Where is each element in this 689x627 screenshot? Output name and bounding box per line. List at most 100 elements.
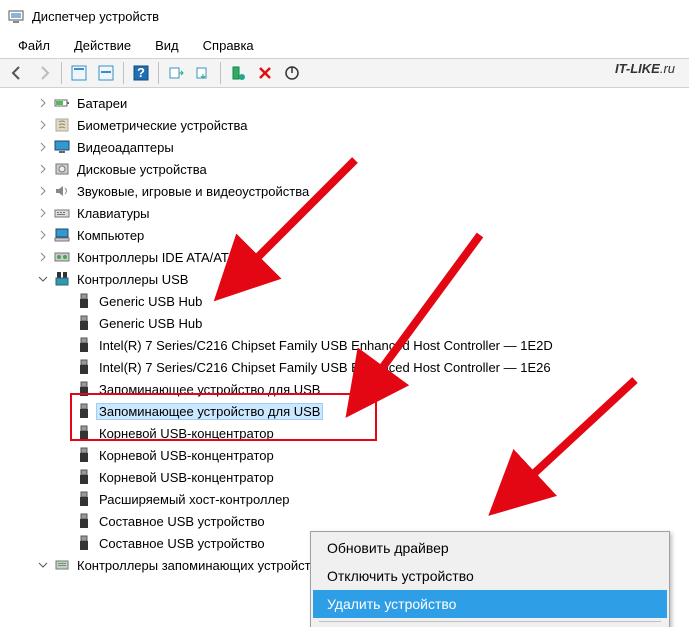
expand-toggle[interactable] <box>36 206 50 220</box>
ctx-disable-device[interactable]: Отключить устройство <box>313 562 667 590</box>
expand-toggle[interactable] <box>36 228 50 242</box>
ctx-update-driver[interactable]: Обновить драйвер <box>313 534 667 562</box>
ctx-separator <box>319 621 661 622</box>
tree-item-category[interactable]: Компьютер <box>8 224 689 246</box>
tree-item-label: Корневой USB-концентратор <box>96 469 277 486</box>
expand-toggle[interactable] <box>36 162 50 176</box>
usb-icon <box>76 491 92 507</box>
tree-item-category[interactable]: Дисковые устройства <box>8 158 689 180</box>
tree-item-device[interactable]: Запоминающее устройство для USB <box>8 400 689 422</box>
expand-toggle[interactable] <box>36 272 50 286</box>
expand-toggle[interactable] <box>58 536 72 550</box>
usb-icon <box>76 513 92 529</box>
tree-item-label: Составное USB устройство <box>96 513 268 530</box>
tree-item-label: Generic USB Hub <box>96 315 205 332</box>
expand-toggle[interactable] <box>58 382 72 396</box>
expand-toggle[interactable] <box>58 294 72 308</box>
tree-item-category[interactable]: Биометрические устройства <box>8 114 689 136</box>
tree-item-label: Расширяемый хост-контроллер <box>96 491 293 508</box>
usb-ctrl-icon <box>54 271 70 287</box>
tree-item-label: Компьютер <box>74 227 147 244</box>
usb-icon <box>76 337 92 353</box>
disable-button[interactable] <box>279 60 305 86</box>
device-tree[interactable]: Батареи Биометрические устройства Видеоада… <box>8 92 689 576</box>
toolbar-separator <box>61 62 62 84</box>
expand-toggle[interactable] <box>58 404 72 418</box>
tree-item-category[interactable]: Звуковые, игровые и видеоустройства <box>8 180 689 202</box>
tree-item-label: Биометрические устройства <box>74 117 250 134</box>
options-button[interactable] <box>93 60 119 86</box>
tree-item-device[interactable]: Расширяемый хост-контроллер <box>8 488 689 510</box>
monitor-icon <box>54 139 70 155</box>
storage-icon <box>54 557 70 573</box>
expand-toggle[interactable] <box>36 96 50 110</box>
enable-button[interactable] <box>225 60 251 86</box>
tree-item-device[interactable]: Intel(R) 7 Series/C216 Chipset Family US… <box>8 334 689 356</box>
tree-item-category[interactable]: Клавиатуры <box>8 202 689 224</box>
menu-action[interactable]: Действие <box>64 36 141 55</box>
tree-item-category[interactable]: Батареи <box>8 92 689 114</box>
expand-toggle[interactable] <box>36 558 50 572</box>
keyboard-icon <box>54 205 70 221</box>
help-button[interactable]: ? <box>128 60 154 86</box>
tree-item-label: Контроллеры запоминающих устройств <box>74 557 320 574</box>
expand-toggle[interactable] <box>36 118 50 132</box>
tree-item-device[interactable]: Generic USB Hub <box>8 290 689 312</box>
titlebar: Диспетчер устройств <box>0 0 689 32</box>
fingerprint-icon <box>54 117 70 133</box>
toolbar: ? <box>0 58 689 88</box>
menu-help[interactable]: Справка <box>193 36 264 55</box>
expand-toggle[interactable] <box>36 250 50 264</box>
usb-icon <box>76 447 92 463</box>
tree-item-device[interactable]: Корневой USB-концентратор <box>8 466 689 488</box>
expand-toggle[interactable] <box>58 426 72 440</box>
ide-icon <box>54 249 70 265</box>
tree-item-device[interactable]: Корневой USB-концентратор <box>8 422 689 444</box>
window-title: Диспетчер устройств <box>32 9 159 24</box>
usb-icon <box>76 535 92 551</box>
tree-item-label: Generic USB Hub <box>96 293 205 310</box>
device-manager-icon <box>8 8 24 24</box>
tree-item-label: Корневой USB-концентратор <box>96 425 277 442</box>
expand-toggle[interactable] <box>58 316 72 330</box>
battery-icon <box>54 95 70 111</box>
menubar: Файл Действие Вид Справка <box>0 32 689 58</box>
tree-item-label: Видеоадаптеры <box>74 139 177 156</box>
tree-item-device[interactable]: Корневой USB-концентратор <box>8 444 689 466</box>
menu-file[interactable]: Файл <box>8 36 60 55</box>
speaker-icon <box>54 183 70 199</box>
tree-item-label: Составное USB устройство <box>96 535 268 552</box>
tree-item-device[interactable]: Составное USB устройство <box>8 510 689 532</box>
scan-button[interactable] <box>163 60 189 86</box>
back-button[interactable] <box>4 60 30 86</box>
expand-toggle[interactable] <box>58 470 72 484</box>
tree-item-label: Дисковые устройства <box>74 161 210 178</box>
expand-toggle[interactable] <box>36 140 50 154</box>
expand-toggle[interactable] <box>58 514 72 528</box>
expand-toggle[interactable] <box>36 184 50 198</box>
tree-item-category[interactable]: Контроллеры USB <box>8 268 689 290</box>
tree-item-label: Запоминающее устройство для USB <box>96 381 323 398</box>
ctx-remove-device[interactable]: Удалить устройство <box>313 590 667 618</box>
view-button[interactable] <box>66 60 92 86</box>
forward-button[interactable] <box>31 60 57 86</box>
tree-item-device[interactable]: Intel(R) 7 Series/C216 Chipset Family US… <box>8 356 689 378</box>
expand-toggle[interactable] <box>58 448 72 462</box>
tree-item-label: Intel(R) 7 Series/C216 Chipset Family US… <box>96 359 554 376</box>
update-button[interactable] <box>190 60 216 86</box>
tree-item-label: Запоминающее устройство для USB <box>96 403 323 420</box>
expand-toggle[interactable] <box>58 360 72 374</box>
usb-icon <box>76 403 92 419</box>
disk-icon <box>54 161 70 177</box>
tree-item-device[interactable]: Generic USB Hub <box>8 312 689 334</box>
uninstall-button[interactable] <box>252 60 278 86</box>
expand-toggle[interactable] <box>58 338 72 352</box>
expand-toggle[interactable] <box>58 492 72 506</box>
tree-item-label: Звуковые, игровые и видеоустройства <box>74 183 312 200</box>
tree-item-label: Корневой USB-концентратор <box>96 447 277 464</box>
tree-item-label: Клавиатуры <box>74 205 153 222</box>
menu-view[interactable]: Вид <box>145 36 189 55</box>
tree-item-category[interactable]: Контроллеры IDE ATA/ATAPI <box>8 246 689 268</box>
tree-item-device[interactable]: Запоминающее устройство для USB <box>8 378 689 400</box>
tree-item-category[interactable]: Видеоадаптеры <box>8 136 689 158</box>
